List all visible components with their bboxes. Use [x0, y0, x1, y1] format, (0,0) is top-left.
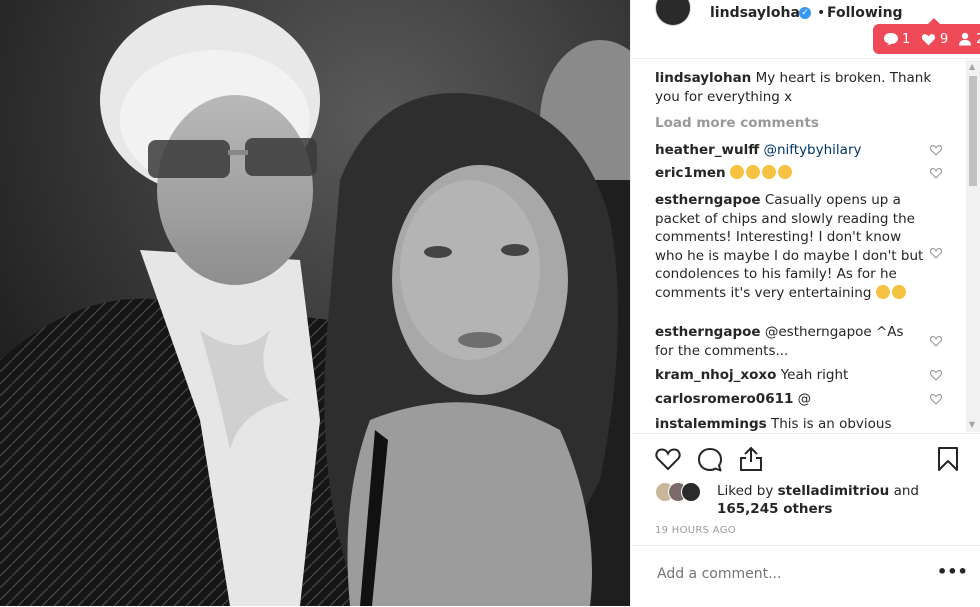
activity-notification-badge[interactable]: 1 9 2 — [873, 18, 980, 54]
comment-text: This is an obvious — [771, 416, 892, 432]
separator-dot: • — [817, 5, 826, 21]
liked-by-avatars — [655, 482, 711, 502]
laughing-emoji-icon — [875, 284, 890, 299]
post-header: lindsaylohan ✓ • Following 1 9 2 — [631, 0, 980, 59]
scroll-down-arrow-icon[interactable]: ▼ — [969, 420, 975, 429]
comment-text[interactable]: @niftybyhilary — [763, 142, 861, 158]
load-more-comments-button[interactable]: Load more comments — [655, 115, 819, 131]
post-action-bar — [631, 433, 980, 484]
comment-username[interactable]: instalemmings — [655, 416, 767, 432]
verified-badge-icon: ✓ — [799, 7, 811, 19]
share-upload-icon[interactable] — [739, 446, 763, 472]
like-notification-count: 9 — [940, 32, 949, 47]
comment-text: Yeah right — [780, 367, 849, 383]
comment-item: eric1men — [655, 164, 925, 183]
laughing-emoji-icon — [891, 284, 906, 299]
post-timestamp[interactable]: 19 HOURS AGO — [655, 525, 736, 536]
liked-by-conjunction: and — [893, 483, 919, 499]
grimacing-emoji-icon — [761, 165, 776, 179]
liked-by-username[interactable]: stelladimitriou — [778, 483, 890, 499]
heart-notification-icon — [921, 34, 936, 46]
comments-scrollbar[interactable]: ▲ ▼ — [966, 60, 980, 432]
comment-username[interactable]: estherngapoe — [655, 324, 761, 340]
following-button[interactable]: Following — [827, 5, 903, 21]
comment-bubble-icon[interactable] — [697, 447, 723, 473]
likes-count[interactable]: 165,245 others — [717, 501, 832, 517]
more-options-button[interactable]: ••• — [937, 562, 968, 581]
comment-notification-icon — [884, 33, 898, 46]
liked-by-text: Liked by stelladimitriou and 165,245 oth… — [717, 482, 937, 518]
comment-username[interactable]: eric1men — [655, 165, 726, 181]
comment-item: kram_nhoj_xoxo Yeah right — [655, 366, 925, 385]
post-side-panel: lindsaylohan ✓ • Following 1 9 2 lindsay… — [630, 0, 980, 606]
comment-item: instalemmings This is an obvious — [655, 415, 925, 432]
comment-username[interactable]: heather_wulff — [655, 142, 759, 158]
add-comment-input[interactable] — [655, 565, 909, 583]
like-comment-heart-icon[interactable] — [929, 369, 943, 381]
like-heart-icon[interactable] — [655, 447, 681, 471]
comment-item: estherngapoe @estherngapoe ^As for the c… — [655, 323, 925, 360]
grimacing-emoji-icon — [745, 165, 760, 179]
like-comment-heart-icon[interactable] — [929, 335, 943, 347]
comment-username[interactable]: kram_nhoj_xoxo — [655, 367, 776, 383]
comment-username[interactable]: carlosromero0611 — [655, 391, 793, 407]
comment-notification-count: 1 — [902, 32, 911, 47]
follow-notification-count: 2 — [976, 32, 980, 47]
like-comment-heart-icon[interactable] — [929, 393, 943, 405]
notification-caret — [928, 18, 940, 24]
comment-text: @ — [797, 391, 812, 407]
scroll-up-arrow-icon[interactable]: ▲ — [969, 62, 975, 71]
scrollbar-thumb[interactable] — [969, 76, 977, 186]
like-comment-heart-icon[interactable] — [929, 144, 943, 156]
post-photo[interactable] — [0, 0, 630, 606]
avatar — [681, 482, 701, 502]
caption-username[interactable]: lindsaylohan — [655, 70, 751, 86]
grimacing-emoji-icon — [729, 165, 744, 179]
like-comment-heart-icon[interactable] — [929, 247, 943, 259]
like-comment-heart-icon[interactable] — [929, 167, 943, 179]
grimacing-emoji-icon — [777, 165, 792, 179]
avatar[interactable] — [655, 0, 691, 26]
post-author-username[interactable]: lindsaylohan — [710, 5, 810, 21]
post-caption: lindsaylohan My heart is broken. Thank y… — [655, 69, 955, 106]
comment-username[interactable]: estherngapoe — [655, 192, 761, 208]
follow-notification-icon — [959, 32, 971, 46]
comment-item: heather_wulff @niftybyhilary — [655, 141, 925, 160]
comment-item: estherngapoe Casually opens up a packet … — [655, 191, 925, 302]
post-image — [0, 0, 630, 606]
save-bookmark-icon[interactable] — [937, 446, 959, 472]
comments-list[interactable]: lindsaylohan My heart is broken. Thank y… — [631, 60, 971, 432]
comment-item: carlosromero0611 @ — [655, 390, 925, 409]
add-comment-bar: ••• — [631, 545, 980, 607]
liked-by-prefix: Liked by — [717, 483, 774, 499]
